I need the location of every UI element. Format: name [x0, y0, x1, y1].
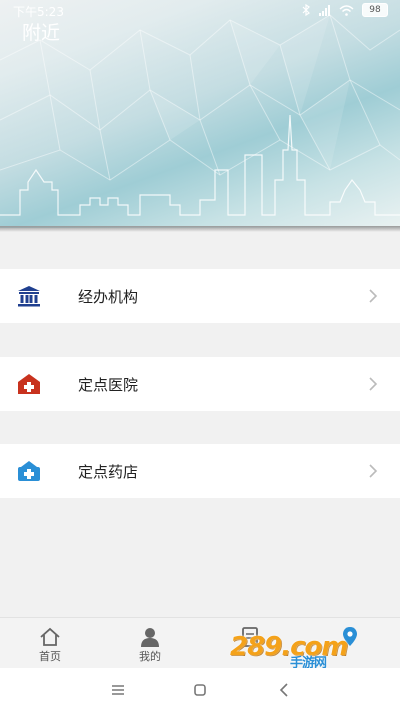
tab-home[interactable]: 首页	[0, 618, 100, 668]
menu-item-label: 定点药店	[78, 463, 139, 481]
menu-item-label: 定点医院	[78, 376, 139, 394]
status-bar: 下午5:23 98	[0, 0, 400, 20]
status-indicators: 98	[302, 3, 388, 17]
back-icon[interactable]	[274, 680, 294, 700]
chevron-right-icon	[369, 464, 378, 478]
system-nav-bar	[0, 668, 400, 711]
watermark-logo: 289.com 手游网	[230, 632, 380, 671]
home-button-icon[interactable]	[190, 680, 210, 700]
institution-icon	[18, 286, 40, 307]
person-icon	[141, 628, 159, 647]
menu-item-institution[interactable]: 经办机构	[0, 269, 400, 323]
tab-label: 首页	[39, 650, 61, 663]
home-icon	[40, 627, 60, 646]
header-banner: 下午5:23 98 附近	[0, 0, 400, 228]
tab-profile[interactable]: 我的	[100, 618, 200, 668]
menu-item-hospital[interactable]: 定点医院	[0, 357, 400, 411]
bluetooth-icon	[302, 4, 310, 16]
banner-divider	[0, 226, 400, 232]
menu-item-label: 经办机构	[78, 288, 139, 306]
city-skyline	[0, 114, 400, 216]
page-title: 附近	[22, 22, 61, 44]
wifi-icon	[339, 4, 354, 16]
battery-indicator: 98	[362, 3, 388, 17]
chevron-right-icon	[369, 289, 378, 303]
tab-label: 我的	[139, 650, 161, 663]
watermark-text: 289.com	[230, 632, 349, 662]
menu-icon[interactable]	[108, 680, 128, 700]
hospital-icon	[18, 374, 40, 394]
pharmacy-icon	[18, 461, 40, 481]
signal-icon	[319, 4, 330, 16]
menu-item-pharmacy[interactable]: 定点药店	[0, 444, 400, 498]
chevron-right-icon	[369, 377, 378, 391]
